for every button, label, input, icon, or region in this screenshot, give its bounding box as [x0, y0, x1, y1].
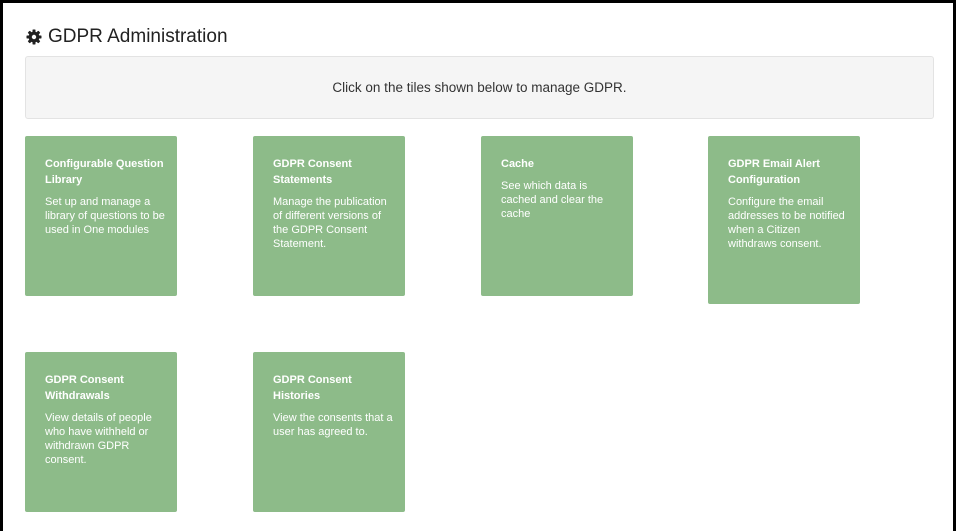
page-title-text: GDPR Administration [48, 26, 228, 47]
gear-icon [26, 29, 42, 45]
tile-description: Set up and manage a library of questions… [45, 196, 165, 236]
tile-description: Manage the publication of different vers… [273, 196, 387, 250]
info-banner-text: Click on the tiles shown below to manage… [332, 80, 627, 95]
tile-gdpr-consent-statements[interactable]: GDPR Consent Statements Manage the publi… [253, 136, 405, 296]
tile-configurable-question-library[interactable]: Configurable Question Library Set up and… [25, 136, 177, 296]
tile-description: Configure the email addresses to be noti… [728, 196, 845, 250]
tile-description: View details of people who have withheld… [45, 412, 152, 466]
tile-title: GDPR Consent Histories [273, 374, 352, 402]
tile-title: GDPR Email Alert Configuration [728, 158, 820, 186]
tile-cache[interactable]: Cache See which data is cached and clear… [481, 136, 633, 296]
tile-gdpr-email-alert-configuration[interactable]: GDPR Email Alert Configuration Configure… [708, 136, 860, 304]
tile-title: GDPR Consent Statements [273, 158, 352, 186]
page-title: GDPR Administration [26, 26, 228, 48]
tile-description: View the consents that a user has agreed… [273, 412, 393, 438]
tile-description: See which data is cached and clear the c… [501, 180, 604, 220]
tile-title: GDPR Consent Withdrawals [45, 374, 124, 402]
tile-gdpr-consent-histories[interactable]: GDPR Consent Histories View the consents… [253, 352, 405, 512]
info-banner: Click on the tiles shown below to manage… [25, 56, 934, 119]
tile-title: Cache [501, 158, 535, 170]
tile-gdpr-consent-withdrawals[interactable]: GDPR Consent Withdrawals View details of… [25, 352, 177, 512]
tile-title: Configurable Question Library [45, 158, 164, 186]
